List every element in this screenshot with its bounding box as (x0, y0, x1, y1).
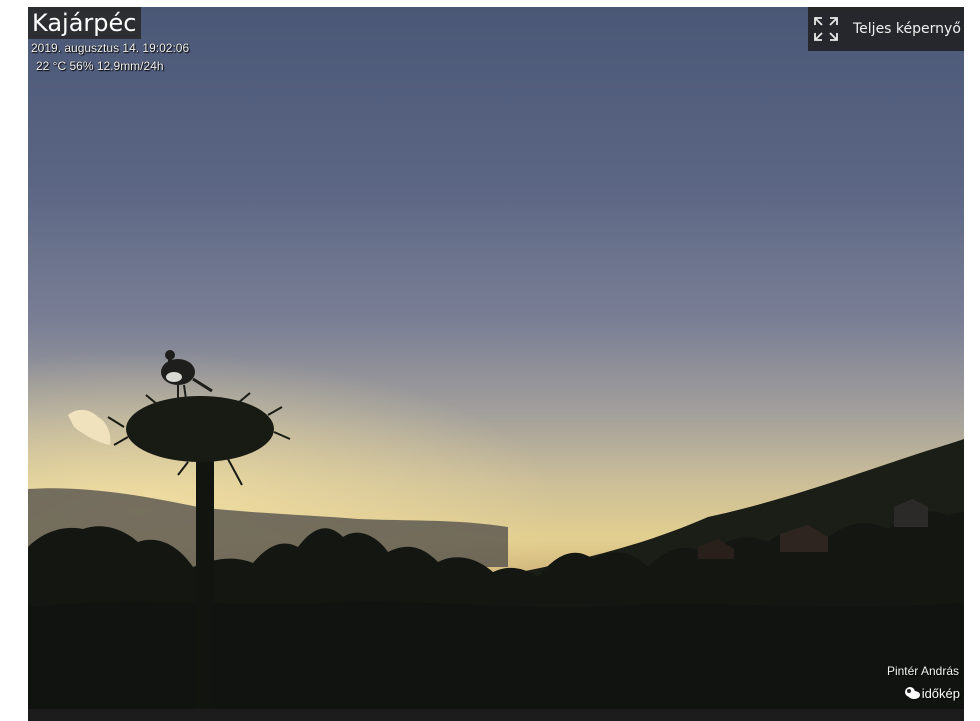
webcam-image: Kajárpéc 2019. augusztus 14. 19:02:06 22… (28, 7, 964, 709)
fullscreen-label: Teljes képernyő (853, 21, 961, 37)
idokep-logo: időkép (903, 685, 960, 701)
webcam-scene (28, 7, 964, 709)
datetime-stamp: 2019. augusztus 14. 19:02:06 (31, 41, 190, 55)
fullscreen-button[interactable]: Teljes képernyő (808, 7, 964, 51)
brand-label: időkép (921, 685, 960, 701)
camera-title: Kajárpéc (28, 7, 142, 39)
author-credit: Pintér András (886, 664, 959, 678)
cloud-sun-icon (904, 687, 920, 699)
bottom-bar (28, 709, 964, 721)
expand-icon (814, 17, 838, 41)
weather-stamp: 22 °C 56% 12.9mm/24h (36, 59, 164, 73)
